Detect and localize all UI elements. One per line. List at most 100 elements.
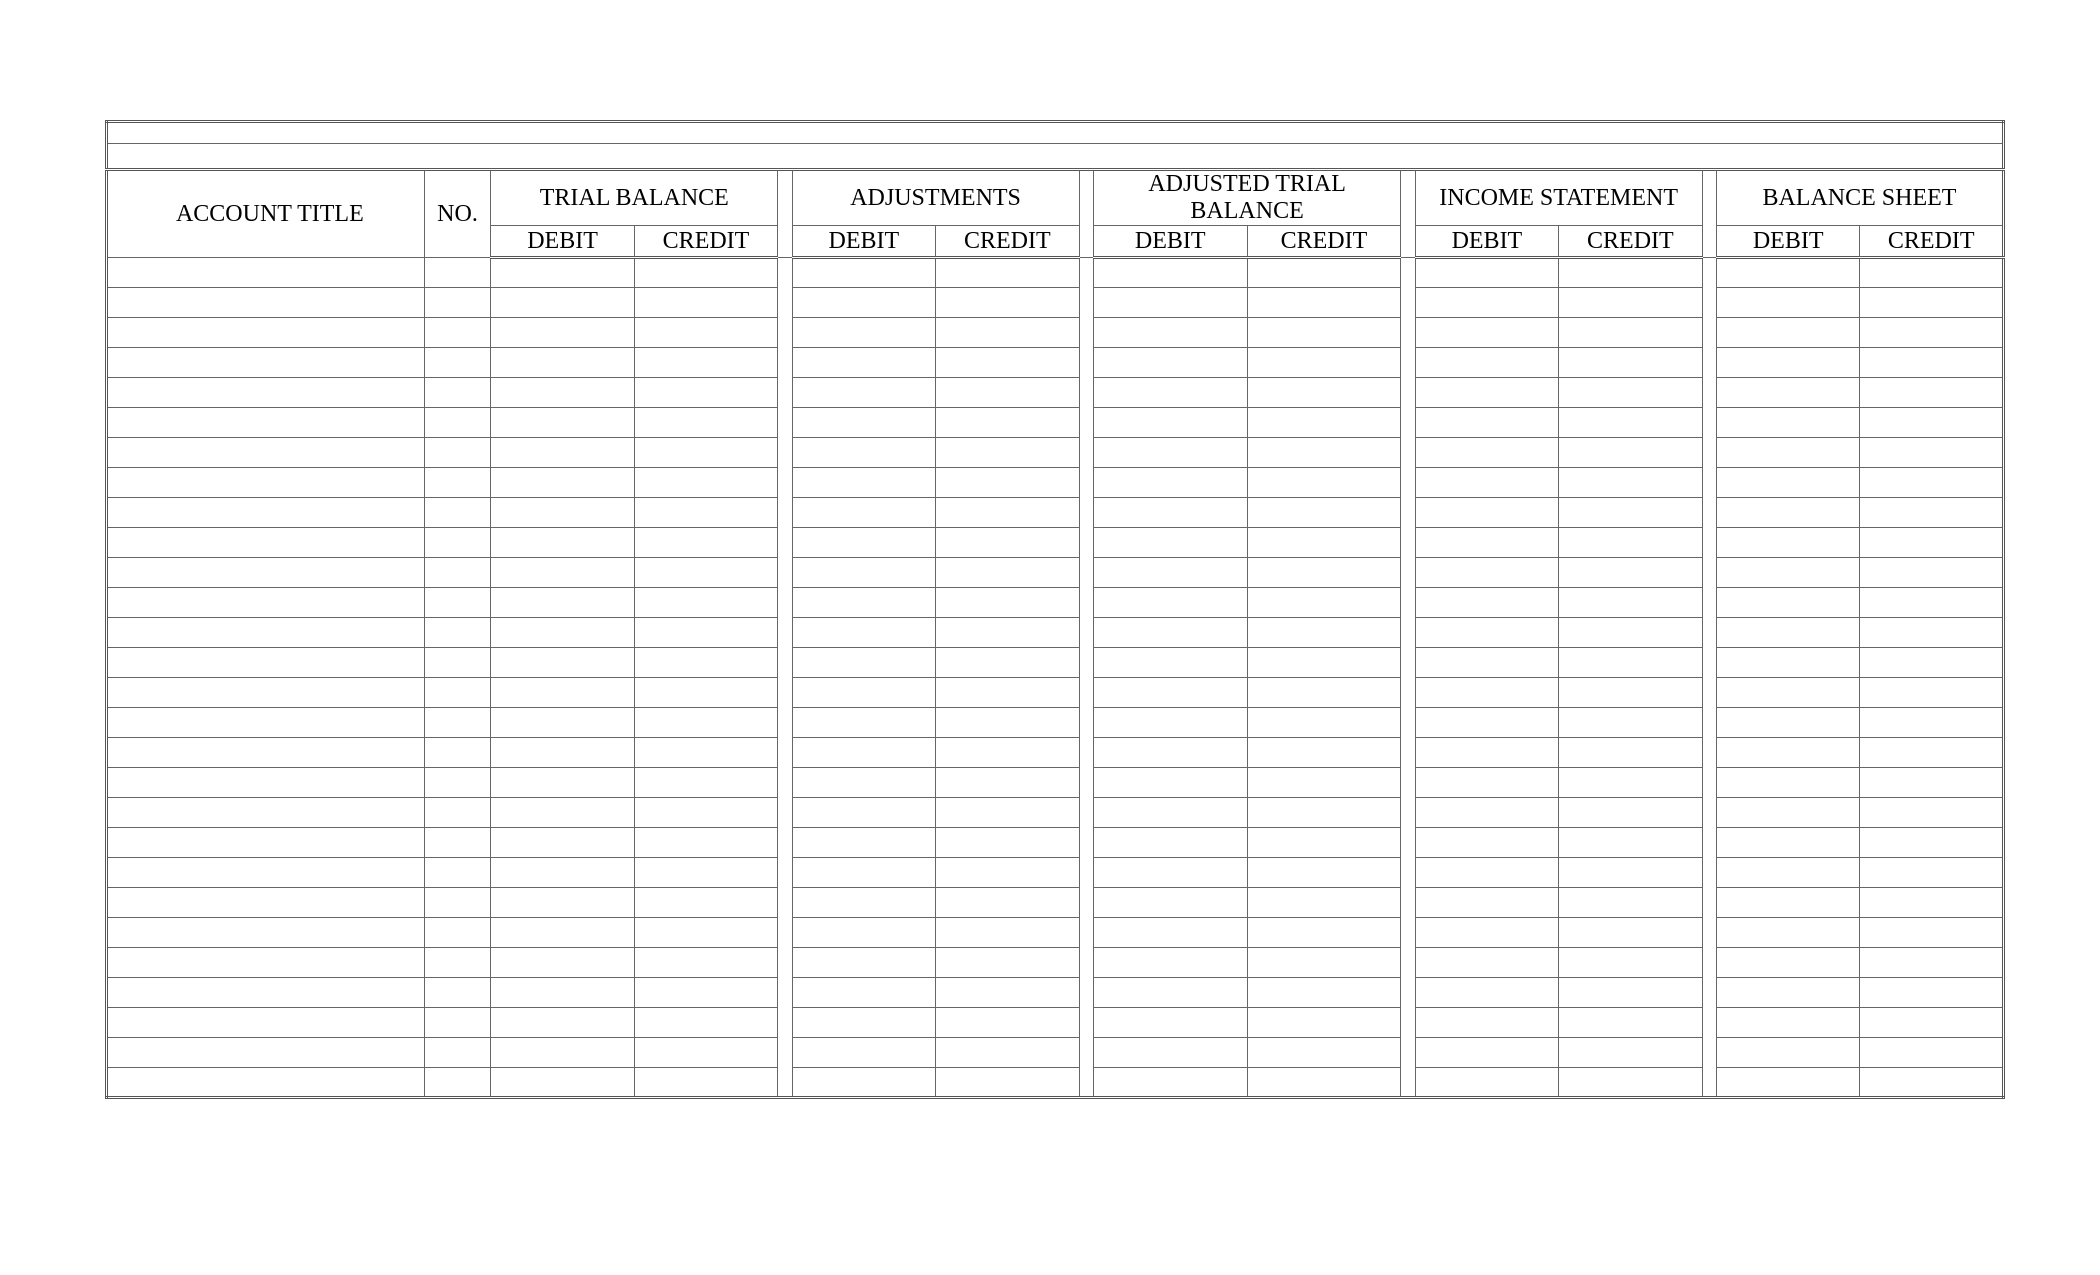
bs-credit-cell <box>1860 258 2004 288</box>
adj-credit-cell <box>936 738 1079 768</box>
atb-credit-cell <box>1247 648 1401 678</box>
is-debit-cell <box>1415 978 1558 1008</box>
atb-debit-cell <box>1093 588 1247 618</box>
gap <box>1401 768 1415 798</box>
bs-debit-cell <box>1716 318 1859 348</box>
is-credit-cell <box>1559 318 1702 348</box>
table-row <box>107 858 2004 888</box>
is-credit-cell <box>1559 798 1702 828</box>
tb-credit-cell <box>634 1038 777 1068</box>
gap-1 <box>778 170 792 258</box>
atb-debit-cell <box>1093 498 1247 528</box>
tb-credit-cell <box>634 798 777 828</box>
bs-debit-cell <box>1716 888 1859 918</box>
gap <box>1079 618 1093 648</box>
account-title-cell <box>107 558 425 588</box>
bs-debit-cell <box>1716 1068 1859 1098</box>
bs-credit-cell <box>1860 948 2004 978</box>
no-cell <box>424 528 491 558</box>
gap <box>1079 438 1093 468</box>
tb-debit-cell <box>491 1008 634 1038</box>
atb-credit-cell <box>1247 318 1401 348</box>
no-cell <box>424 1068 491 1098</box>
adj-debit-cell <box>792 828 935 858</box>
table-row <box>107 648 2004 678</box>
tb-credit-cell <box>634 768 777 798</box>
tb-credit-cell <box>634 618 777 648</box>
adj-credit-cell <box>936 408 1079 438</box>
is-credit-hdr: CREDIT <box>1559 226 1702 258</box>
tb-debit-cell <box>491 918 634 948</box>
adj-credit-cell <box>936 258 1079 288</box>
gap <box>1401 888 1415 918</box>
tb-debit-cell <box>491 738 634 768</box>
adj-debit-cell <box>792 768 935 798</box>
no-cell <box>424 438 491 468</box>
adj-credit-cell <box>936 648 1079 678</box>
adj-debit-cell <box>792 978 935 1008</box>
atb-credit-cell <box>1247 348 1401 378</box>
bs-debit-cell <box>1716 978 1859 1008</box>
no-cell <box>424 288 491 318</box>
table-row <box>107 468 2004 498</box>
adj-credit-cell <box>936 948 1079 978</box>
no-cell <box>424 798 491 828</box>
no-cell <box>424 648 491 678</box>
gap <box>1702 678 1716 708</box>
atb-debit-cell <box>1093 1008 1247 1038</box>
is-credit-cell <box>1559 288 1702 318</box>
gap <box>778 468 792 498</box>
gap <box>1401 528 1415 558</box>
atb-credit-hdr: CREDIT <box>1247 226 1401 258</box>
gap <box>1079 1038 1093 1068</box>
bs-credit-cell <box>1860 708 2004 738</box>
atb-credit-cell <box>1247 1038 1401 1068</box>
no-cell <box>424 678 491 708</box>
no-cell <box>424 948 491 978</box>
gap <box>778 978 792 1008</box>
gap <box>1079 858 1093 888</box>
adj-credit-cell <box>936 888 1079 918</box>
atb-credit-cell <box>1247 1008 1401 1038</box>
table-row <box>107 948 2004 978</box>
atb-debit-cell <box>1093 678 1247 708</box>
gap <box>1702 828 1716 858</box>
gap-2 <box>1079 170 1093 258</box>
adj-credit-cell <box>936 588 1079 618</box>
bs-debit-cell <box>1716 588 1859 618</box>
account-title-cell <box>107 708 425 738</box>
is-credit-cell <box>1559 498 1702 528</box>
no-cell <box>424 1038 491 1068</box>
tb-credit-cell <box>634 498 777 528</box>
no-cell <box>424 318 491 348</box>
account-title-cell <box>107 438 425 468</box>
gap <box>1079 468 1093 498</box>
is-debit-cell <box>1415 798 1558 828</box>
is-debit-cell <box>1415 918 1558 948</box>
gap <box>1702 798 1716 828</box>
is-debit-cell <box>1415 1038 1558 1068</box>
gap <box>778 678 792 708</box>
bs-credit-cell <box>1860 438 2004 468</box>
no-cell <box>424 708 491 738</box>
adj-credit-cell <box>936 558 1079 588</box>
bs-credit-cell <box>1860 498 2004 528</box>
tb-credit-cell <box>634 528 777 558</box>
gap <box>1079 1008 1093 1038</box>
atb-credit-cell <box>1247 858 1401 888</box>
tb-credit-cell <box>634 648 777 678</box>
is-debit-cell <box>1415 858 1558 888</box>
is-debit-cell <box>1415 348 1558 378</box>
atb-debit-cell <box>1093 948 1247 978</box>
atb-credit-cell <box>1247 918 1401 948</box>
account-title-cell <box>107 768 425 798</box>
atb-credit-cell <box>1247 378 1401 408</box>
adj-credit-cell <box>936 348 1079 378</box>
tb-credit-cell <box>634 378 777 408</box>
tb-debit-cell <box>491 858 634 888</box>
gap <box>1702 408 1716 438</box>
table-row <box>107 978 2004 1008</box>
bs-credit-cell <box>1860 768 2004 798</box>
bs-credit-cell <box>1860 648 2004 678</box>
bs-credit-cell <box>1860 978 2004 1008</box>
